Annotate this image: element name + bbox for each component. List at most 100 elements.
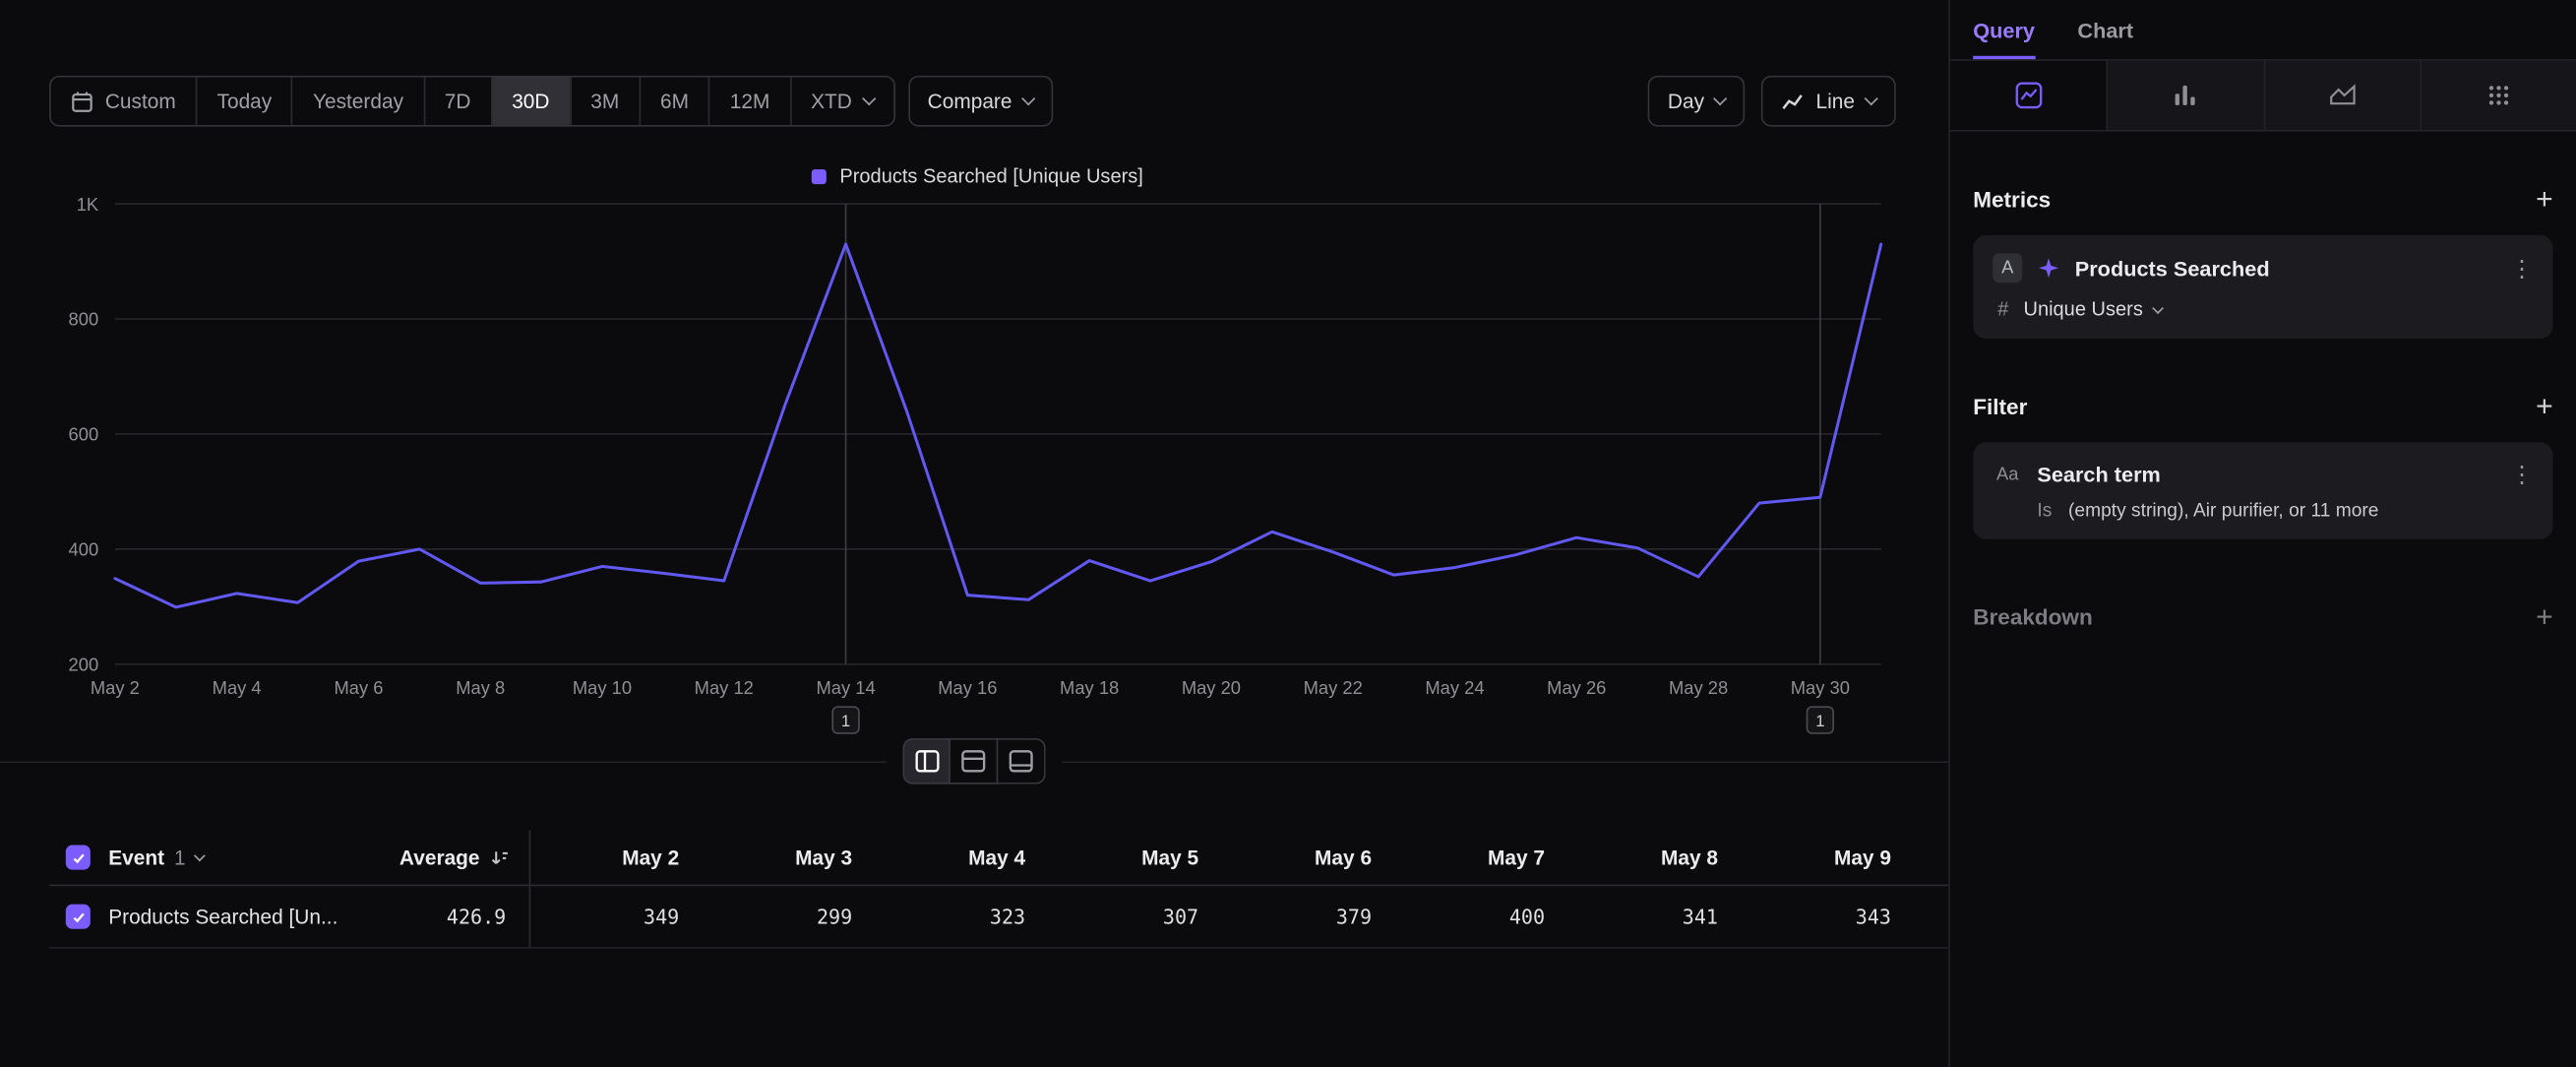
table-row: Products Searched [Un... 426.9 349299323… — [49, 886, 1948, 948]
date-column-header[interactable]: May 6 — [1221, 830, 1394, 884]
icon-tab-more[interactable] — [2420, 61, 2576, 130]
svg-text:May 2: May 2 — [91, 677, 140, 698]
filter-card-row: Aa Search term ⋮ — [1993, 461, 2533, 488]
filter-condition-row: Is (empty string), Air purifier, or 11 m… — [1993, 501, 2533, 521]
range-label: Custom — [105, 90, 176, 112]
granularity-label: Day — [1668, 90, 1704, 112]
svg-text:May 6: May 6 — [334, 677, 383, 698]
check-icon — [70, 909, 87, 925]
svg-text:May 10: May 10 — [573, 677, 632, 698]
range-6m-button[interactable]: 6M — [639, 78, 708, 125]
event-sparkle-icon — [2037, 257, 2059, 280]
range-label: Today — [217, 90, 273, 112]
filter-property-name: Search term — [2037, 462, 2495, 486]
main-area: Custom Today Yesterday7D 30D 3M 6M 12M XTD Comp… — [0, 0, 1948, 1067]
metrics-section-header: Metrics + — [1973, 184, 2552, 214]
metric-card-row: A Products Searched ⋮ — [1993, 253, 2533, 282]
granularity-button[interactable]: Day — [1648, 76, 1746, 127]
bar-chart-icon — [2171, 81, 2200, 110]
select-all-checkbox[interactable] — [66, 846, 91, 870]
breakdown-section-header: Breakdown + — [1973, 601, 2552, 631]
svg-text:400: 400 — [69, 539, 99, 560]
tab-chart-label: Chart — [2077, 18, 2133, 42]
date-column-header[interactable]: May 2 — [529, 830, 703, 884]
date-column-header[interactable]: May 8 — [1567, 830, 1741, 884]
line-chart: 1K800600400200May 2May 4May 6May 8May 10… — [49, 164, 1906, 743]
value-cell: 341 — [1567, 886, 1741, 947]
row-checkbox[interactable] — [66, 905, 91, 929]
split-view-button[interactable] — [902, 738, 950, 785]
metric-card[interactable]: A Products Searched ⋮ # Unique Users — [1973, 235, 2552, 339]
svg-text:1K: 1K — [77, 194, 99, 215]
sort-icon — [490, 847, 510, 867]
range-label: 30D — [512, 90, 549, 112]
range-label: 3M — [590, 90, 619, 112]
legend-swatch — [812, 168, 827, 183]
value-cell: 343 — [1741, 886, 1914, 947]
chevron-down-icon — [2153, 301, 2165, 313]
range-7d-button[interactable]: 7D — [423, 78, 490, 125]
table-view-button[interactable] — [951, 738, 998, 785]
add-breakdown-button[interactable]: + — [2536, 601, 2553, 631]
svg-text:May 16: May 16 — [938, 677, 997, 698]
add-metric-button[interactable]: + — [2536, 184, 2553, 214]
chart-type-button[interactable]: Line — [1761, 76, 1895, 127]
range-xtd-button[interactable]: XTD — [789, 78, 892, 125]
header-checkbox-cell — [49, 830, 108, 884]
chevron-down-icon — [861, 92, 875, 105]
icon-tab-line-chart[interactable] — [1950, 61, 2107, 130]
query-panel: Query Chart — [1948, 0, 2576, 1067]
breakdown-heading: Breakdown — [1973, 604, 2093, 629]
filter-value[interactable]: (empty string), Air purifier, or 11 more — [2068, 501, 2379, 521]
svg-text:May 18: May 18 — [1060, 677, 1119, 698]
date-column-header[interactable]: May 3 — [703, 830, 876, 884]
svg-text:200: 200 — [69, 654, 99, 674]
chevron-down-icon — [194, 849, 206, 861]
range-30d-button[interactable]: 30D — [490, 78, 569, 125]
date-column-header[interactable]: May 5 — [1049, 830, 1222, 884]
range-12m-button[interactable]: 12M — [708, 78, 789, 125]
chevron-down-icon — [1714, 92, 1728, 105]
measure-prefix: # — [1997, 297, 2008, 320]
value-cell: 307 — [1049, 886, 1222, 947]
icon-tab-bar-chart[interactable] — [2107, 61, 2263, 130]
icon-tab-area-chart[interactable] — [2263, 61, 2420, 130]
svg-text:May 26: May 26 — [1547, 677, 1606, 698]
date-column-header[interactable]: May 4 — [876, 830, 1049, 884]
svg-text:600: 600 — [69, 424, 99, 445]
event-column-header[interactable]: Event 1 — [108, 830, 371, 884]
metric-letter-badge: A — [1993, 253, 2022, 282]
svg-text:May 14: May 14 — [816, 677, 875, 698]
chart-legend[interactable]: Products Searched [Unique Users] — [49, 164, 1906, 187]
add-filter-button[interactable]: + — [2536, 392, 2553, 421]
average-column-header[interactable]: Average — [371, 830, 528, 884]
filter-menu-icon[interactable]: ⋮ — [2510, 461, 2533, 488]
panel-tabs: Query Chart — [1950, 0, 2576, 59]
chart-view-button[interactable] — [998, 738, 1045, 785]
value-cell: 323 — [876, 886, 1049, 947]
line-chart-canvas[interactable]: 1K800600400200May 2May 4May 6May 8May 10… — [49, 164, 1906, 743]
tab-chart[interactable]: Chart — [2077, 0, 2133, 59]
range-label: 6M — [660, 90, 689, 112]
range-label: 12M — [730, 90, 770, 112]
table-view-icon — [960, 748, 987, 775]
compare-button[interactable]: Compare — [908, 76, 1054, 127]
range-yesterday-button[interactable]: Yesterday — [291, 78, 423, 125]
metric-menu-icon[interactable]: ⋮ — [2510, 254, 2533, 282]
range-today-button[interactable]: Today — [196, 78, 291, 125]
svg-text:May 28: May 28 — [1669, 677, 1728, 698]
measure-selector[interactable]: Unique Users — [2023, 297, 2162, 320]
svg-text:May 20: May 20 — [1182, 677, 1241, 698]
svg-text:May 8: May 8 — [456, 677, 505, 698]
event-count: 1 — [174, 846, 186, 868]
tab-query[interactable]: Query — [1973, 0, 2035, 59]
filter-card[interactable]: Aa Search term ⋮ Is (empty string), Air … — [1973, 442, 2552, 539]
date-column-header[interactable]: May 9 — [1741, 830, 1914, 884]
filter-heading: Filter — [1973, 394, 2027, 418]
metric-measure-row: # Unique Users — [1993, 297, 2533, 320]
range-custom-button[interactable]: Custom — [51, 78, 196, 125]
range-3m-button[interactable]: 3M — [570, 78, 640, 125]
area-chart-icon — [2327, 81, 2357, 110]
date-column-header[interactable]: May 7 — [1394, 830, 1567, 884]
series-name[interactable]: Products Searched [Un... — [108, 886, 371, 947]
